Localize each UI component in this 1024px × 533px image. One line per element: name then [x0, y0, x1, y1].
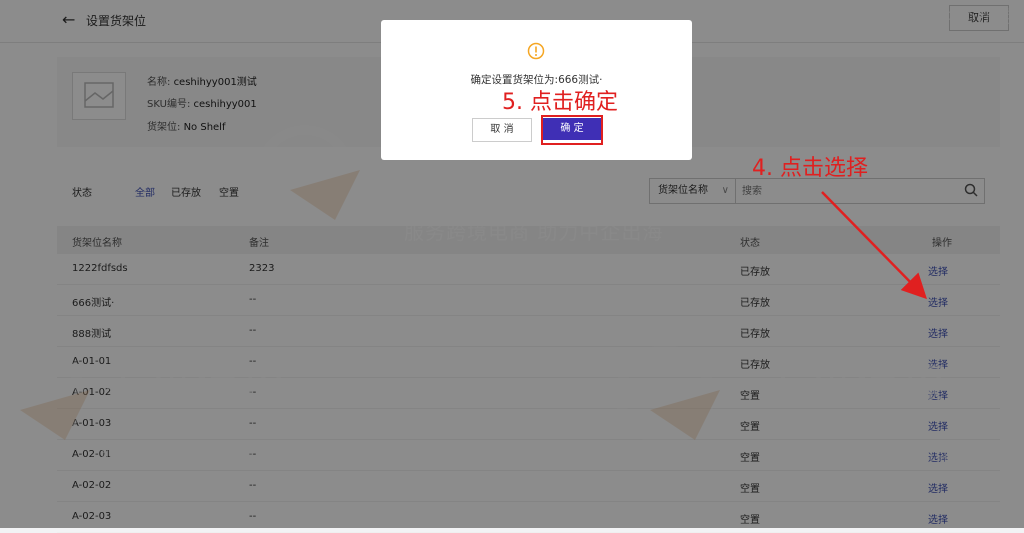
confirm-highlight-box — [541, 115, 603, 145]
dialog-cancel-button[interactable]: 取 消 — [472, 118, 532, 142]
annotation-step-5: 5. 点击确定 — [502, 90, 618, 115]
annotation-step-4: 4. 点击选择 — [752, 156, 868, 181]
warning-icon — [527, 42, 545, 60]
